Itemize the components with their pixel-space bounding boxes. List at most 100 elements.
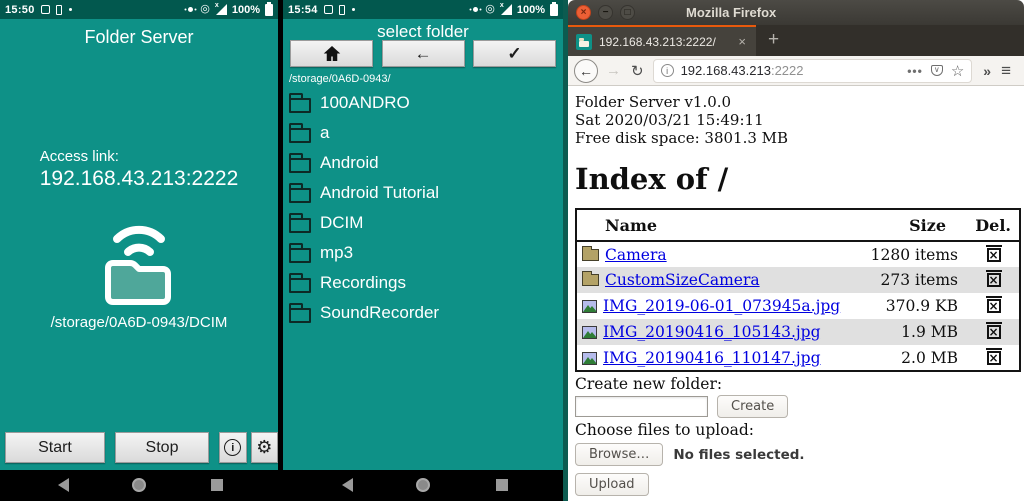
browser-toolbar: ← → ↻ i 192.168.43.213:2222 ••• ∨ ☆ » ≡ bbox=[568, 56, 1024, 86]
folder-name: DCIM bbox=[320, 213, 364, 232]
check-icon: ✓ bbox=[507, 43, 522, 63]
home-nav-icon[interactable] bbox=[132, 478, 146, 492]
recents-nav-icon[interactable] bbox=[495, 479, 508, 491]
file-name-cell: IMG_20190416_110147.jpg bbox=[576, 345, 862, 371]
back-button[interactable]: ← bbox=[574, 58, 598, 83]
confirm-folder-button[interactable]: ✓ bbox=[473, 40, 556, 67]
folder-icon bbox=[288, 92, 311, 113]
browse-button[interactable]: Browse… bbox=[575, 443, 664, 466]
folder-name: 100ANDRO bbox=[320, 93, 410, 112]
new-folder-input[interactable] bbox=[575, 396, 708, 417]
overflow-chevron-icon[interactable]: » bbox=[983, 63, 991, 79]
folder-icon bbox=[288, 212, 311, 233]
settings-button[interactable]: ⚙ bbox=[250, 432, 278, 463]
file-link[interactable]: Camera bbox=[605, 246, 667, 264]
table-row: IMG_20190416_110147.jpg 2.0 MB bbox=[576, 345, 1020, 371]
site-favicon bbox=[576, 33, 592, 50]
create-button[interactable]: Create bbox=[717, 395, 789, 418]
folder-list-item[interactable]: a bbox=[288, 118, 563, 148]
column-header-del: Del. bbox=[968, 209, 1020, 242]
folder-server-app: 15:50 ◎ x 100% Folder Server Access link… bbox=[0, 0, 278, 501]
folder-list-item[interactable]: Android bbox=[288, 148, 563, 178]
site-info-icon[interactable]: i bbox=[660, 64, 674, 77]
file-link[interactable]: CustomSizeCamera bbox=[605, 271, 760, 289]
bookmark-star-icon[interactable]: ☆ bbox=[951, 62, 964, 80]
access-link-label: Access link: bbox=[39, 148, 119, 165]
active-tab[interactable]: 192.168.43.213:2222/ × bbox=[568, 25, 756, 56]
new-tab-button[interactable]: + bbox=[756, 25, 791, 56]
folder-list: 100ANDRO a Android Android Tutorial DCIM mp3 R… bbox=[288, 88, 563, 328]
menu-hamburger-icon[interactable]: ≡ bbox=[1001, 61, 1011, 81]
server-date: Sat 2020/03/21 15:49:11 bbox=[575, 111, 764, 129]
up-folder-button[interactable]: ← bbox=[381, 40, 465, 67]
folder-icon bbox=[288, 152, 311, 173]
signal-icon: x bbox=[500, 2, 512, 15]
pocket-icon[interactable]: ∨ bbox=[930, 65, 943, 76]
table-row: IMG_20190416_105143.jpg 1.9 MB bbox=[576, 319, 1020, 345]
window-close-button[interactable]: × bbox=[576, 5, 591, 20]
app-title: Folder Server bbox=[84, 27, 194, 47]
recents-nav-icon[interactable] bbox=[211, 479, 224, 491]
tab-close-icon[interactable]: × bbox=[736, 34, 748, 49]
info-button[interactable]: i bbox=[219, 432, 247, 463]
folder-name: a bbox=[320, 123, 330, 142]
trash-icon[interactable] bbox=[985, 347, 1002, 365]
volume-icon bbox=[473, 7, 479, 12]
folder-list-item[interactable]: DCIM bbox=[288, 208, 563, 238]
page-actions-icon[interactable]: ••• bbox=[907, 64, 923, 78]
trash-icon[interactable] bbox=[985, 322, 1002, 339]
file-link[interactable]: IMG_20190416_110147.jpg bbox=[603, 349, 821, 367]
trash-icon[interactable] bbox=[985, 270, 1002, 287]
notification-dot-icon bbox=[68, 8, 72, 11]
trash-icon[interactable] bbox=[985, 244, 1002, 262]
window-maximize-button[interactable]: □ bbox=[620, 5, 635, 20]
battery-percent: 100% bbox=[231, 3, 260, 16]
create-folder-label: Create new folder: bbox=[575, 375, 723, 393]
table-row: IMG_2019-06-01_073945a.jpg 370.9 KB bbox=[576, 293, 1020, 319]
device-notification-icon bbox=[338, 4, 345, 15]
stop-button[interactable]: Stop bbox=[114, 432, 210, 463]
folder-name: SoundRecorder bbox=[320, 303, 440, 322]
back-nav-icon[interactable] bbox=[341, 478, 353, 492]
access-link-value: 192.168.43.213:2222 bbox=[39, 167, 239, 190]
folder-name: mp3 bbox=[320, 243, 354, 262]
folder-list-item[interactable]: Android Tutorial bbox=[288, 178, 563, 208]
start-button[interactable]: Start bbox=[5, 432, 105, 463]
firefox-window: × − □ Mozilla Firefox 192.168.43.213:222… bbox=[563, 0, 1024, 501]
image-icon bbox=[582, 351, 597, 365]
file-link[interactable]: IMG_2019-06-01_073945a.jpg bbox=[603, 297, 840, 315]
tab-title: 192.168.43.213:2222/ bbox=[599, 34, 716, 49]
notification-icon bbox=[323, 5, 333, 14]
table-header-row: Name Size Del. bbox=[576, 209, 1020, 242]
home-nav-icon[interactable] bbox=[416, 478, 430, 492]
status-bar-left: 15:50 ◎ x 100% bbox=[0, 0, 278, 19]
clock: 15:50 bbox=[5, 3, 35, 16]
file-size-cell: 1.9 MB bbox=[901, 323, 958, 341]
battery-icon bbox=[550, 1, 558, 16]
folder-list-item[interactable]: 100ANDRO bbox=[288, 88, 563, 118]
folder-list-item[interactable]: SoundRecorder bbox=[288, 298, 563, 328]
trash-icon[interactable] bbox=[985, 296, 1002, 313]
folder-list-item[interactable]: Recordings bbox=[288, 268, 563, 298]
home-folder-button[interactable] bbox=[290, 40, 373, 67]
android-nav-bar-left bbox=[0, 470, 278, 501]
folder-name: Android Tutorial bbox=[320, 183, 440, 202]
reload-button[interactable]: ↻ bbox=[631, 62, 644, 80]
folder-wifi-icon bbox=[98, 205, 180, 312]
table-row: Camera 1280 items bbox=[576, 241, 1020, 267]
signal-icon: x bbox=[215, 2, 227, 15]
folder-icon bbox=[288, 182, 311, 203]
forward-button[interactable]: → bbox=[606, 62, 621, 79]
android-nav-bar-mid bbox=[283, 470, 563, 501]
back-nav-icon[interactable] bbox=[58, 478, 70, 492]
file-link[interactable]: IMG_20190416_105143.jpg bbox=[603, 323, 821, 341]
window-minimize-button[interactable]: − bbox=[598, 5, 613, 20]
file-name-cell: Camera bbox=[576, 241, 862, 267]
file-delete-cell bbox=[968, 319, 1020, 345]
window-title: Mozilla Firefox bbox=[686, 5, 777, 20]
folder-list-item[interactable]: mp3 bbox=[288, 238, 563, 268]
url-bar[interactable]: i 192.168.43.213:2222 ••• ∨ ☆ bbox=[652, 58, 973, 83]
file-delete-cell bbox=[968, 241, 1020, 267]
shared-path: /storage/0A6D-0943/DCIM bbox=[50, 314, 228, 331]
upload-button[interactable]: Upload bbox=[575, 473, 649, 496]
